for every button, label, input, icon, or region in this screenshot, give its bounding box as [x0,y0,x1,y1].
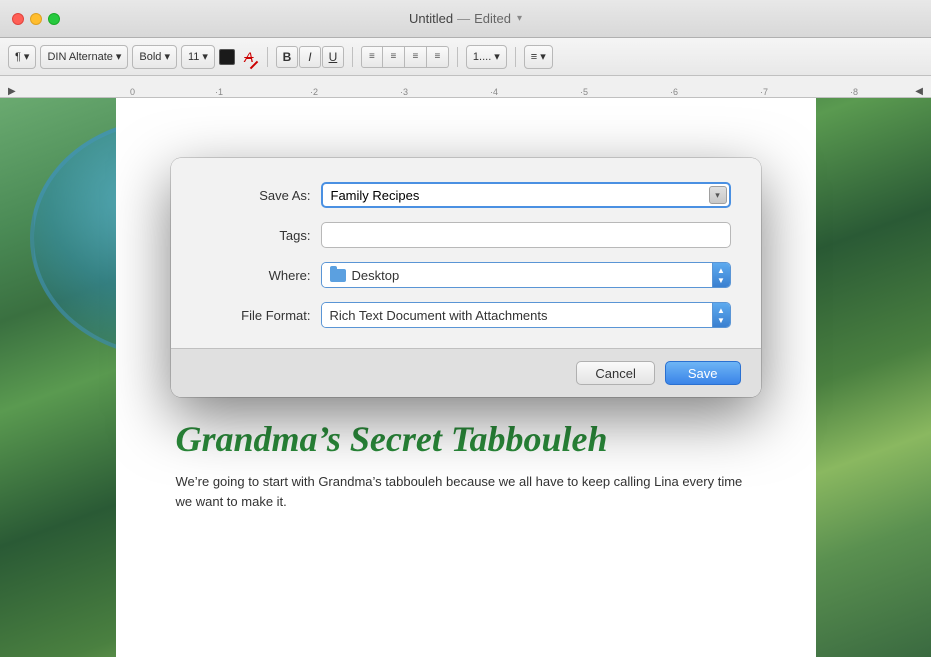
dialog-body: Save As: ▾ Tags: Where: [171,158,761,348]
font-size-label: 11 [188,51,199,63]
bold-icon: B [283,50,292,64]
maximize-button[interactable] [48,13,60,25]
paragraph-button[interactable]: ¶ ▾ [8,45,36,69]
ruler: ▶ 0 ·1 ·2 ·3 ·4 ·5 ·6 ·7 ·8 ◀ [0,76,931,98]
where-folder-display: Desktop [322,263,712,287]
bullet-list-button[interactable]: ≡ ▾ [524,45,553,69]
file-format-value: Rich Text Document with Attachments [330,308,548,323]
paragraph-chevron-icon: ▾ [24,50,30,63]
font-size-chevron-icon: ▾ [202,50,208,63]
text-color-swatch[interactable] [219,49,235,65]
title-edited: Edited [474,11,511,26]
font-style-label: Bold [139,51,161,63]
save-as-input-container: ▾ [321,182,731,208]
strikethrough-button[interactable]: A [239,47,259,67]
save-as-row: Save As: ▾ [201,182,731,208]
document-area: Grandma’s Secret Tabbouleh We’re going t… [0,98,931,657]
strikethrough-icon: A [244,49,253,65]
dialog-footer: Cancel Save [171,348,761,397]
alignment-buttons: ≡ ≡ ≡ ≡ [361,46,449,68]
toolbar-separator-1 [267,47,268,67]
font-style-selector[interactable]: Bold ▾ [132,45,177,69]
where-value: Desktop [352,268,400,283]
window-title: Untitled — Edited ▾ [409,11,522,26]
font-family-chevron-icon: ▾ [116,50,122,63]
traffic-lights [12,13,60,25]
tags-input[interactable] [321,222,731,248]
align-left-button[interactable]: ≡ [361,46,383,68]
where-stepper[interactable]: ▲ ▼ [712,263,730,287]
minimize-button[interactable] [30,13,42,25]
tags-row: Tags: [201,222,731,248]
bold-button[interactable]: B [276,46,298,68]
align-center-button[interactable]: ≡ [383,46,405,68]
title-bar: Untitled — Edited ▾ [0,0,931,38]
file-format-label: File Format: [201,308,311,323]
italic-icon: I [308,50,311,64]
font-family-selector[interactable]: DIN Alternate ▾ [40,45,128,69]
align-right-button[interactable]: ≡ [405,46,427,68]
where-selector[interactable]: Desktop ▲ ▼ [321,262,731,288]
close-button[interactable] [12,13,24,25]
format-buttons: B I U [276,46,344,68]
font-family-label: DIN Alternate [47,51,112,63]
save-as-input[interactable] [321,182,731,208]
save-as-label: Save As: [201,188,311,203]
list-style-label: 1.... [473,51,491,63]
save-dialog: Save As: ▾ Tags: Where: [171,158,761,397]
title-separator: — [457,11,470,26]
align-justify-button[interactable]: ≡ [427,46,449,68]
font-size-selector[interactable]: 11 ▾ [181,45,215,69]
cancel-button[interactable]: Cancel [576,361,654,385]
save-as-dropdown-button[interactable]: ▾ [709,186,727,204]
file-format-selector[interactable]: Rich Text Document with Attachments ▲ ▼ [321,302,731,328]
paragraph-icon: ¶ [15,51,21,63]
where-row: Where: Desktop ▲ ▼ [201,262,731,288]
font-style-chevron-icon: ▾ [164,50,170,63]
toolbar-separator-4 [515,47,516,67]
toolbar-separator-2 [352,47,353,67]
bullet-list-icon: ≡ [531,51,537,63]
where-label: Where: [201,268,311,283]
bullet-list-chevron-icon: ▾ [540,50,546,63]
list-style-chevron-icon: ▾ [494,50,500,63]
italic-button[interactable]: I [299,46,321,68]
save-button[interactable]: Save [665,361,741,385]
toolbar-separator-3 [457,47,458,67]
dialog-overlay: Save As: ▾ Tags: Where: [0,98,931,657]
folder-icon [330,269,346,282]
list-style-selector[interactable]: 1.... ▾ [466,45,507,69]
ruler-content: ▶ 0 ·1 ·2 ·3 ·4 ·5 ·6 ·7 ·8 ◀ [4,76,927,97]
title-chevron-icon[interactable]: ▾ [517,13,522,24]
file-format-stepper[interactable]: ▲ ▼ [712,303,730,327]
file-format-row: File Format: Rich Text Document with Att… [201,302,731,328]
document-title: Untitled [409,11,453,26]
underline-icon: U [329,50,338,64]
tags-label: Tags: [201,228,311,243]
toolbar: ¶ ▾ DIN Alternate ▾ Bold ▾ 11 ▾ A B I U … [0,38,931,76]
underline-button[interactable]: U [322,46,344,68]
file-format-display: Rich Text Document with Attachments [322,303,712,327]
